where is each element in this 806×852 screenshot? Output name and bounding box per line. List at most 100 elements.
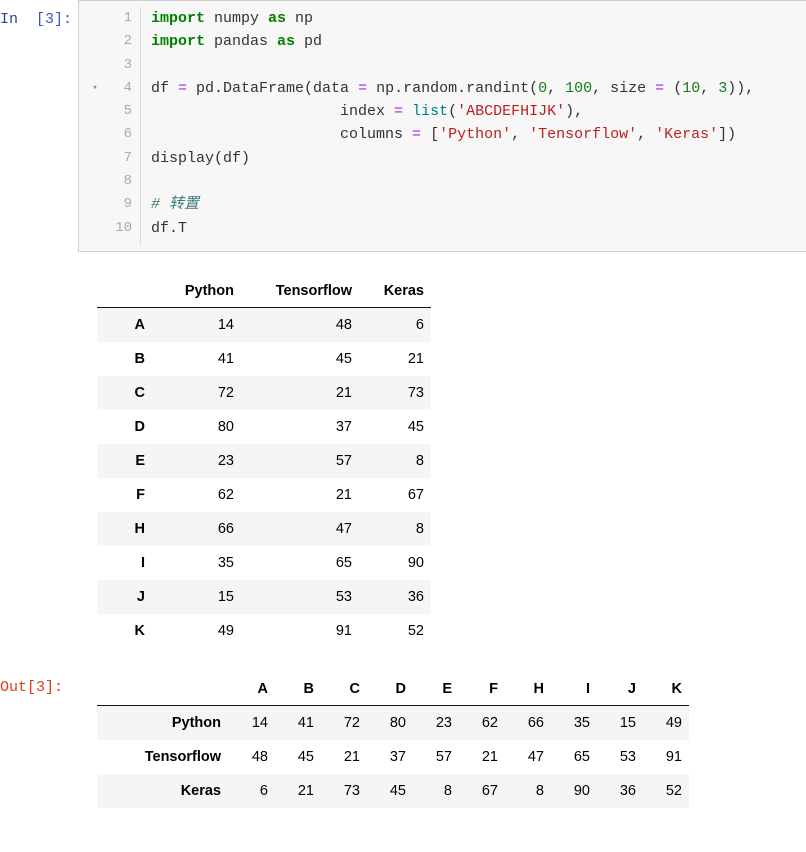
table-cell: 90 (551, 774, 597, 808)
code-line[interactable]: index = list('ABCDEFHIJK'), (151, 100, 806, 123)
dataframe-display-output: Python Tensorflow Keras A 14 48 6 B 41 45 21 C 72 21… (97, 278, 806, 648)
line-number: 3 (79, 54, 140, 77)
code-token: , (637, 126, 656, 144)
row-index-label: B (97, 342, 153, 376)
code-line[interactable]: import numpy as np (151, 7, 806, 30)
table-cell: 67 (359, 478, 431, 512)
code-line[interactable] (151, 54, 806, 77)
code-token: )), (727, 79, 755, 97)
input-cell[interactable]: In [3]: 1 2 3 ▾ 4 5 6 7 8 9 10 import numpy as np i… (0, 0, 806, 252)
table-row: K 49 91 52 (97, 614, 431, 648)
fold-arrow-icon[interactable]: ▾ (89, 77, 101, 100)
header-corner-cell (97, 676, 229, 706)
table-row: J 15 53 36 (97, 580, 431, 614)
table-cell: 8 (359, 512, 431, 546)
table-cell: 45 (367, 774, 413, 808)
column-header: Python (153, 278, 241, 308)
table-cell: 53 (597, 740, 643, 774)
column-header: B (275, 676, 321, 706)
row-index-label: D (97, 410, 153, 444)
line-number-text: 8 (123, 173, 132, 190)
line-number-text: 1 (123, 10, 132, 26)
column-header: J (597, 676, 643, 706)
code-line[interactable]: df = pd.DataFrame(data = np.random.randi… (151, 77, 806, 100)
table-cell: 57 (241, 444, 359, 478)
table-cell: 45 (359, 410, 431, 444)
table-row: Keras 6 21 73 45 8 67 8 90 36 52 (97, 774, 689, 808)
table-row: I 35 65 90 (97, 546, 431, 580)
table-cell: 8 (359, 444, 431, 478)
line-number-gutter: 1 2 3 ▾ 4 5 6 7 8 9 10 (79, 7, 141, 245)
line-number: 1 (79, 7, 140, 30)
dataframe-table: Python Tensorflow Keras A 14 48 6 B 41 45 21 C 72 21… (97, 278, 431, 648)
code-token: = (394, 103, 404, 121)
code-token: # 转置 (151, 196, 200, 214)
table-cell: 73 (359, 376, 431, 410)
table-cell: 21 (241, 376, 359, 410)
code-token: 'ABCDEFHIJK' (457, 103, 566, 121)
table-cell: 52 (643, 774, 689, 808)
table-cell: 62 (459, 705, 505, 740)
table-cell: 35 (153, 546, 241, 580)
in-prompt-number: [3]: (36, 11, 73, 28)
table-row: C 72 21 73 (97, 376, 431, 410)
table-cell: 80 (367, 705, 413, 740)
table-row: H 66 47 8 (97, 512, 431, 546)
table-cell: 15 (153, 580, 241, 614)
table-cell: 66 (153, 512, 241, 546)
code-content[interactable]: import numpy as np import pandas as pd df… (141, 7, 806, 245)
output-body: ABCDEFHIJK Python 14 41 72 80 23 62 66 35 15 49 Ten… (78, 676, 806, 808)
table-cell: 21 (321, 740, 367, 774)
row-index-label: Tensorflow (97, 740, 229, 774)
column-header: F (459, 676, 505, 706)
code-line[interactable]: df.T (151, 217, 806, 240)
header-corner-cell (97, 278, 153, 308)
table-cell: 90 (359, 546, 431, 580)
code-token: 'Python' (439, 126, 512, 144)
table-cell: 65 (241, 546, 359, 580)
code-token: 'Keras' (655, 126, 719, 144)
column-header: D (367, 676, 413, 706)
code-line[interactable]: display(df) (151, 147, 806, 170)
dataframe-header: Python Tensorflow Keras (97, 278, 431, 308)
code-editor[interactable]: 1 2 3 ▾ 4 5 6 7 8 9 10 import numpy as np import pa… (78, 0, 806, 252)
code-token: ( (664, 79, 683, 97)
dataframe-body: A 14 48 6 B 41 45 21 C 72 21 73 D 80 37 45 E 23 57 8 F 62 21 67… (97, 307, 431, 648)
table-cell: 41 (275, 705, 321, 740)
column-header: K (643, 676, 689, 706)
code-token: 10 (682, 79, 701, 97)
code-line[interactable]: import pandas as pd (151, 30, 806, 53)
row-index-label: Python (97, 705, 229, 740)
table-cell: 47 (505, 740, 551, 774)
code-token: ), (565, 103, 584, 121)
line-number: 10 (79, 217, 140, 240)
table-cell: 73 (321, 774, 367, 808)
code-token: df.T (151, 219, 188, 237)
line-number-text: 7 (123, 149, 132, 166)
table-cell: 47 (241, 512, 359, 546)
code-line[interactable] (151, 170, 806, 193)
code-line[interactable]: # 转置 (151, 193, 806, 216)
code-token: = (412, 126, 422, 144)
code-token: = (178, 79, 188, 97)
table-cell: 37 (367, 740, 413, 774)
row-index-label: H (97, 512, 153, 546)
table-cell: 45 (275, 740, 321, 774)
table-cell: 35 (551, 705, 597, 740)
code-token: pd.DataFrame(data (187, 79, 359, 97)
code-token: df (151, 79, 179, 97)
code-token: as (268, 10, 287, 27)
table-cell: 21 (275, 774, 321, 808)
code-line[interactable]: columns = ['Python', 'Tensorflow', 'Kera… (151, 123, 806, 146)
line-number: 2 (79, 30, 140, 53)
line-number: 7 (79, 147, 140, 170)
line-number-text: 6 (123, 126, 132, 143)
table-cell: 65 (551, 740, 597, 774)
code-token: = (655, 79, 665, 97)
table-header-row: Python Tensorflow Keras (97, 278, 431, 308)
code-token: list (412, 103, 449, 121)
line-number: 9 (79, 193, 140, 216)
dataframe-transposed-header: ABCDEFHIJK (97, 676, 689, 706)
code-token: , (700, 79, 719, 97)
table-cell: 66 (505, 705, 551, 740)
